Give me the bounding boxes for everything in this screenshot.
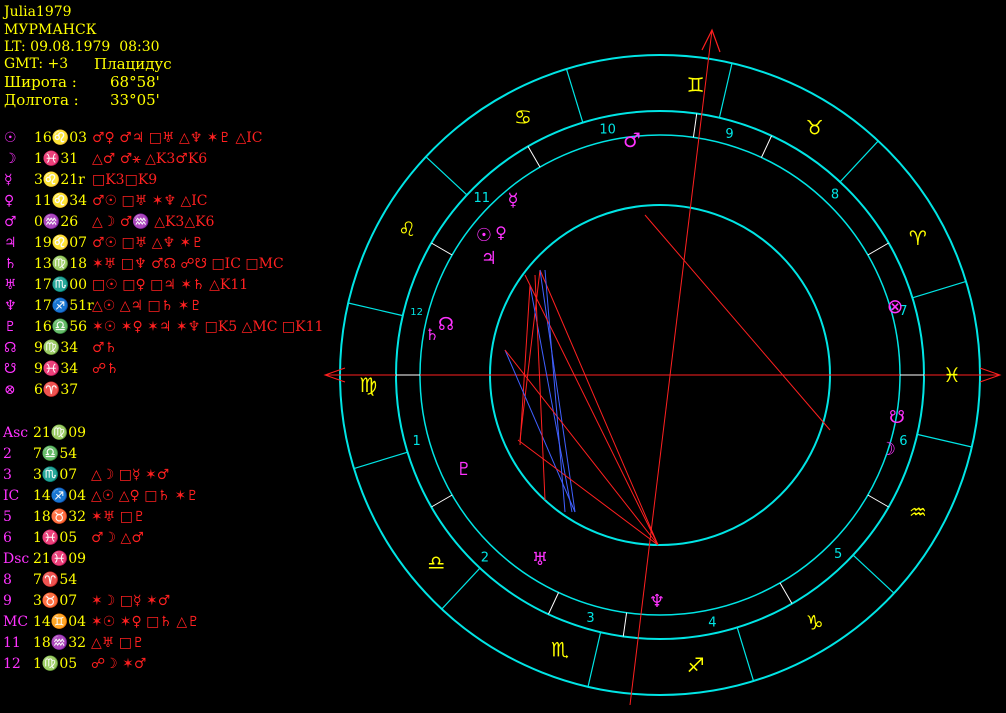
aspect-line: [644, 214, 831, 431]
house-number: 1: [412, 434, 420, 449]
zodiac-sign-icon: ♎: [427, 551, 445, 575]
house-cusp: [547, 592, 560, 615]
house-number: 4: [708, 615, 716, 630]
south-node-icon: ☋: [889, 407, 905, 428]
house-number: 5: [834, 547, 842, 562]
sign-divider: [353, 451, 408, 470]
sign-divider: [912, 280, 967, 299]
sign-divider: [348, 302, 403, 317]
sign-divider: [917, 433, 972, 448]
chart-wheel: ♊♉♈♓♒♑♐♏♎♍♌♋ 123 456789101112 ♂☿☉ ♀♃☊♄⊗☋☽♇…: [323, 28, 1002, 706]
zodiac-sign-icon: ♌: [398, 217, 416, 241]
house-cusp: [527, 146, 541, 168]
mercury-icon: ☿: [507, 190, 518, 211]
zodiac-sign-icon: ♓: [943, 363, 961, 387]
house-number: 10: [599, 123, 616, 138]
north-node-icon: ☊: [438, 314, 454, 335]
house-numbers: 123 456789101112: [410, 123, 907, 631]
aspect-line: [529, 284, 573, 513]
zodiac-sign-icon: ♑: [806, 611, 824, 635]
sign-divider: [565, 68, 584, 123]
sign-divider: [441, 567, 481, 610]
aspect-line: [519, 269, 541, 441]
sign-divider: [425, 156, 468, 196]
pluto-icon: ♇: [456, 459, 472, 480]
venus-icon: ♀: [495, 223, 507, 242]
sign-divider: [718, 63, 733, 118]
sign-divider: [736, 627, 755, 682]
zodiac-sign-icon: ♋: [514, 105, 532, 129]
zodiac-sign-icon: ♈: [909, 226, 927, 250]
sign-divider: [839, 140, 879, 183]
uranus-icon: ♅: [532, 549, 548, 570]
mc-ic-axis: [629, 29, 713, 706]
house-number: 11: [474, 191, 491, 206]
neptune-icon: ♆: [649, 591, 665, 612]
zodiac-sign-icon: ♐: [687, 653, 705, 677]
sign-divider: [587, 632, 602, 687]
zodiac-sign-icon: ♉: [806, 115, 824, 139]
aspect-line: [524, 274, 659, 546]
jupiter-icon: ♃: [481, 248, 497, 269]
house-number: 3: [586, 611, 594, 626]
zodiac-sign-icon: ♒: [909, 500, 927, 524]
house-cusp: [692, 113, 698, 138]
house-cusp: [779, 582, 793, 604]
moon-icon: ☽: [880, 439, 896, 460]
sign-divider: [852, 554, 895, 594]
aspect-line: [504, 349, 576, 513]
zodiac-sign-icon: ♏: [551, 637, 569, 661]
house-cusp: [431, 494, 453, 508]
part-of-fortune-icon: ⊗: [887, 294, 904, 318]
aspect-line: [544, 269, 566, 513]
house-number: 9: [725, 127, 733, 142]
house-cusp: [760, 135, 773, 158]
house-number: 8: [831, 188, 839, 203]
aspect-line: [539, 269, 659, 546]
aspect-line: [539, 269, 576, 513]
house-cusp: [867, 494, 889, 508]
house-cusp: [867, 242, 889, 256]
house-cusp: [622, 612, 628, 637]
house-number: 12: [410, 307, 423, 318]
saturn-icon: ♄: [425, 325, 439, 344]
sun-icon: ☉: [476, 225, 492, 246]
mars-icon: ♂: [623, 128, 641, 152]
house-cusp: [431, 242, 453, 256]
aspect-line: [534, 274, 546, 501]
zodiac-sign-icon: ♊: [687, 73, 705, 97]
house-number: 2: [481, 550, 489, 565]
house-number: 6: [899, 434, 907, 449]
zodiac-sign-icon: ♍: [359, 373, 377, 397]
